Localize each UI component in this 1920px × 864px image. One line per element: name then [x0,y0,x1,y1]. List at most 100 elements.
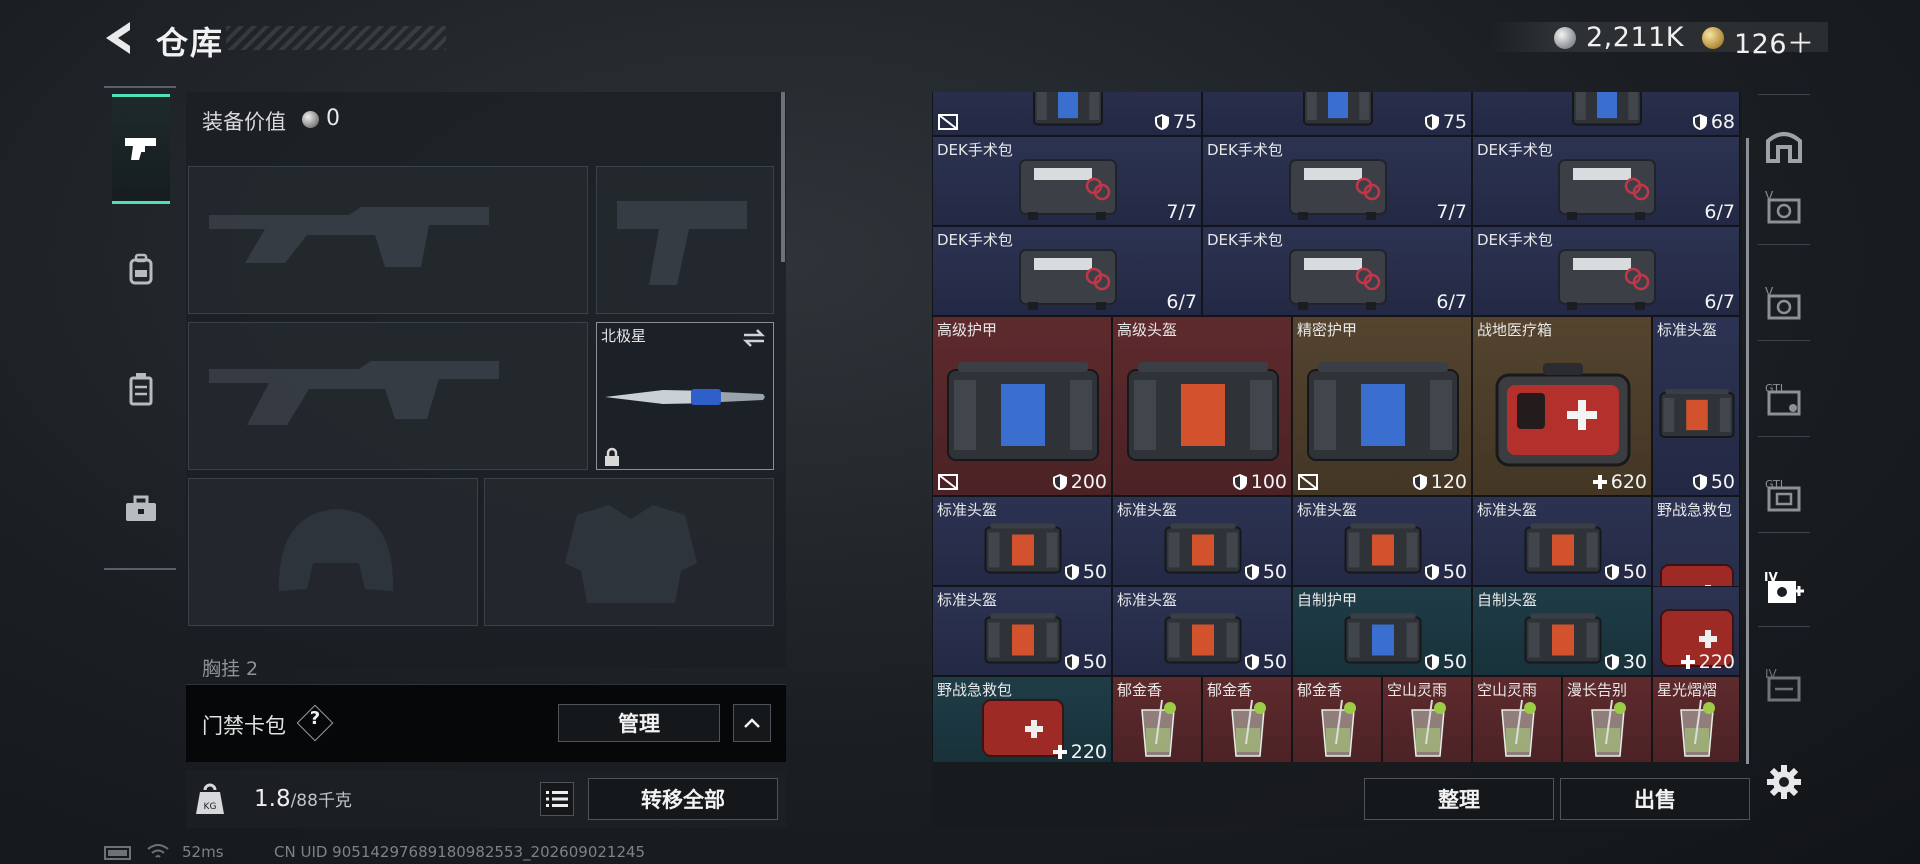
item-name: DEK手术包 [1477,141,1553,159]
inventory-item[interactable]: 战地医疗箱 620 [1472,316,1652,496]
vault-gt2-icon: GTI [1765,478,1801,512]
inventory-item[interactable]: 高级护甲 200 [932,316,1112,496]
inventory-item[interactable]: DEK手术包 6/7 [1472,136,1740,226]
helmet-slot[interactable] [188,478,478,626]
inventory-item[interactable]: 空山灵雨 [1472,676,1562,762]
inventory-item[interactable]: DEK手术包 6/7 [1202,226,1472,316]
inventory-item[interactable]: DEK手术包 7/7 [1202,136,1472,226]
item-value-text: 6/7 [1166,291,1197,313]
filter-vault-v[interactable]: V [1758,176,1810,236]
item-value-text: 7/7 [1166,201,1197,223]
inventory-item[interactable]: 标准头盔 50 [1472,496,1652,586]
durability-shield-icon [1154,114,1169,130]
inventory-item[interactable]: 68 [1472,92,1740,136]
item-name: DEK手术包 [937,141,1013,159]
filter-vault-gt[interactable]: GTI [1758,368,1810,428]
pistol-icon [125,138,156,160]
inventory-item[interactable]: 野战急救包 220 [932,676,1112,762]
vault-v-icon: V [1765,189,1801,224]
inventory-item[interactable]: 郁金香 [1112,676,1202,762]
inventory-item[interactable]: 标准头盔 50 [1112,496,1292,586]
list-view-button[interactable] [540,782,574,816]
inventory-item[interactable]: 自制护甲 50 [1292,586,1472,676]
inventory-scrollbar[interactable] [1746,138,1749,764]
inventory-item[interactable]: 标准头盔 50 [932,586,1112,676]
swap-arrows-icon[interactable] [741,327,767,349]
filter-vault-v2[interactable]: V [1758,272,1810,332]
filter-vault-gt2[interactable]: GTI [1758,464,1810,524]
gear-icon [1767,765,1801,799]
filter-rail-top [1758,94,1810,95]
weight-current: 1.8 [254,786,291,812]
item-value: 6/7 [1704,201,1735,223]
chest-rig-icon [129,373,153,406]
armor-class-icon [937,473,959,491]
inventory-item[interactable]: 郁金香 [1292,676,1382,762]
inventory-item[interactable]: 标准头盔 50 [1292,496,1472,586]
item-name: 空山灵雨 [1477,681,1538,699]
tab-toolbox[interactable] [112,454,170,564]
inventory-item[interactable]: DEK手术包 6/7 [932,226,1202,316]
inventory-item[interactable]: 75 [1202,92,1472,136]
rail-divider-top [104,86,176,88]
sidearm-slot[interactable] [596,166,774,314]
inventory-item[interactable]: 自制头盔 30 [1472,586,1652,676]
item-value-text: 220 [1070,741,1107,762]
settings-button[interactable] [1758,752,1810,812]
knife-image [605,389,765,405]
durability-shield-icon [1424,114,1439,130]
inventory-item[interactable]: 75 [932,92,1202,136]
loadout-scrollbar[interactable] [781,92,785,262]
armor-image [933,317,1111,495]
inventory-item[interactable]: 精密护甲 120 [1292,316,1472,496]
inventory-item[interactable]: 漫长告别 [1562,676,1652,762]
item-value: 120 [1412,471,1467,493]
wifi-icon [147,844,169,858]
filter-vault-iv-add[interactable]: IV [1758,558,1810,618]
equip-value: 0 [326,106,340,131]
tab-weapons[interactable] [112,94,170,204]
armor-slot[interactable] [484,478,774,626]
back-button[interactable] [100,18,140,58]
vest-silhouette-icon [565,505,697,603]
manage-button[interactable]: 管理 [558,704,720,742]
transfer-all-button[interactable]: 转移全部 [588,778,778,820]
inventory-item[interactable]: 空山灵雨 [1382,676,1472,762]
inventory-item[interactable]: DEK手术包 7/7 [932,136,1202,226]
inventory-item[interactable]: 星光熠熠 [1652,676,1740,762]
inventory-item[interactable]: 标准头盔 50 [932,496,1112,586]
filter-rail-divider [1758,436,1810,437]
item-value-text: 220 [1698,651,1735,673]
secondary-weapon-slot[interactable] [188,322,588,470]
rail-divider-bottom [104,568,176,570]
tab-backpack[interactable] [112,214,170,324]
filter-rail-divider [1758,532,1810,533]
armor-class-icon [937,113,959,131]
item-value-text: 50 [1710,471,1735,493]
sell-button[interactable]: 出售 [1560,778,1750,820]
gold-coin-icon [1702,27,1724,49]
inventory-item[interactable]: 郁金香 [1202,676,1292,762]
durability-shield-icon [1244,564,1259,580]
inventory-item[interactable]: 高级头盔 100 [1112,316,1292,496]
collapse-button[interactable] [733,704,771,742]
item-value: 50 [1064,561,1107,583]
item-name: 精密护甲 [1297,321,1358,339]
inventory-item[interactable]: DEK手术包 6/7 [1472,226,1740,316]
filter-shelter[interactable] [1758,114,1810,174]
inventory-item[interactable]: 220 [1652,586,1740,676]
inventory-item[interactable]: 标准头盔 50 [1112,586,1292,676]
item-value-text: 50 [1622,561,1647,583]
tab-chest-rig[interactable] [112,334,170,444]
durability-shield-icon [1064,654,1079,670]
page-title: 仓库 [156,24,225,62]
filter-vault-iv[interactable]: IV [1758,654,1810,714]
item-value-text: 120 [1430,471,1467,493]
primary-weapon-slot[interactable] [188,166,588,314]
item-name: 野战急救包 [937,681,1013,699]
inventory-item[interactable]: 标准头盔 50 [1652,316,1740,496]
durability-shield-icon [1232,474,1247,490]
melee-slot[interactable]: 北极星 [596,322,774,470]
sort-button[interactable]: 整理 [1364,778,1554,820]
item-value: 620 [1592,471,1647,493]
